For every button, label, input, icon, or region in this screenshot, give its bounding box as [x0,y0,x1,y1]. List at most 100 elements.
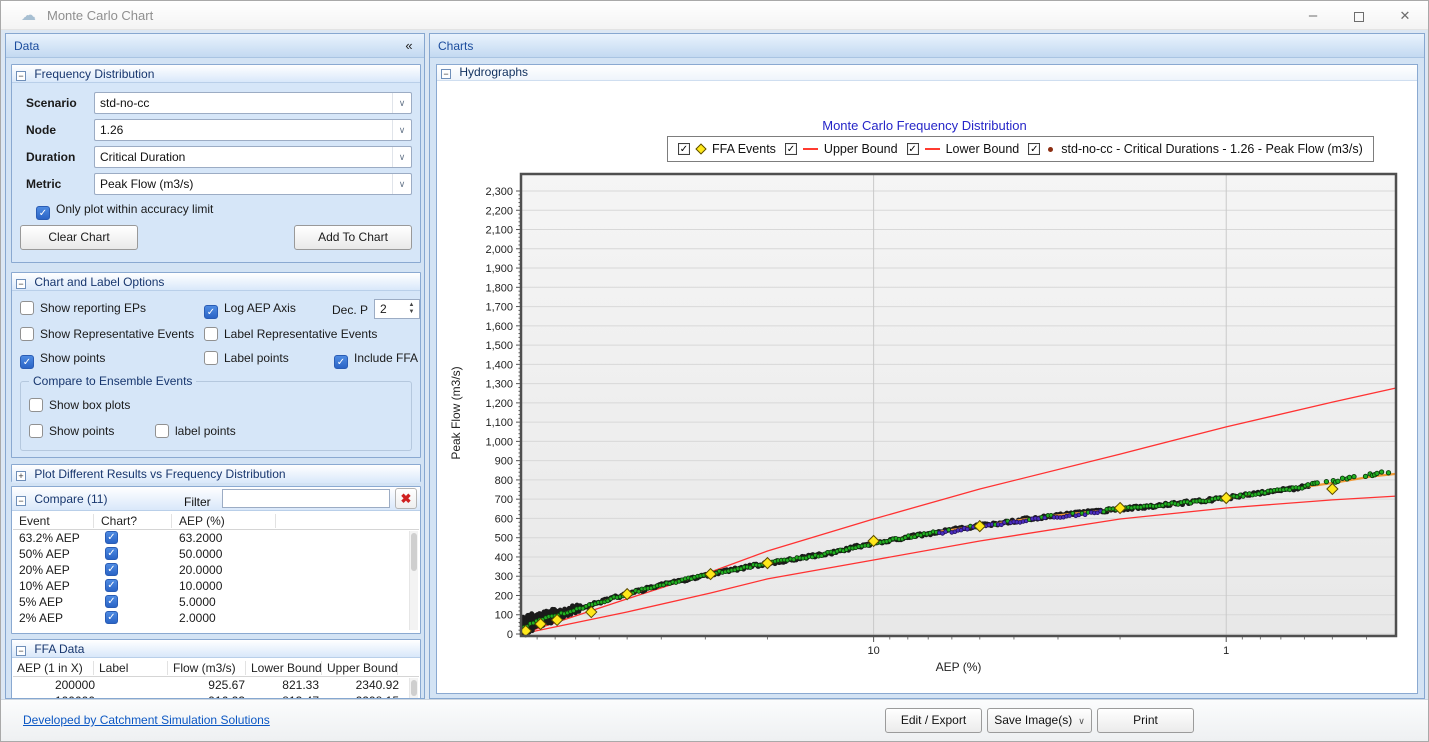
column-header-aep[interactable]: AEP (%) [179,514,225,528]
close-button[interactable] [1382,1,1428,30]
collapse-group-icon[interactable] [16,279,26,289]
column-separator [93,514,94,528]
chart-checkbox[interactable] [105,611,118,624]
collapse-group-icon[interactable] [16,71,26,81]
checkbox-icon[interactable] [29,424,43,438]
column-header[interactable]: Upper Bound [327,661,398,675]
event-cell: 5% AEP [19,595,63,609]
clear-filter-button[interactable] [395,488,417,509]
duration-value: Critical Duration [100,150,185,164]
developer-link[interactable]: Developed by Catchment Simulation Soluti… [23,713,270,727]
svg-text:1,800: 1,800 [485,282,513,294]
filter-input[interactable] [222,489,390,508]
column-separator [245,661,246,675]
ensemble-label-points-checkbox[interactable]: label points [155,424,236,438]
hydrographs-header[interactable]: Hydrographs [437,65,1417,81]
edit-export-button[interactable]: Edit / Export [885,708,982,733]
checkbox-icon[interactable] [334,355,348,369]
checkbox-icon[interactable] [36,206,50,220]
label-representative-events-checkbox[interactable]: Label Representative Events [204,327,377,341]
compare-scrollbar[interactable] [409,531,418,630]
column-header[interactable]: Label [99,661,128,675]
duration-select[interactable]: Critical Duration [94,146,412,168]
scenario-select[interactable]: std-no-cc [94,92,412,114]
checkbox-icon[interactable] [20,355,34,369]
chevron-down-icon[interactable] [392,147,411,167]
chart-checkbox[interactable] [105,595,118,608]
legend-checkbox[interactable] [678,143,690,155]
checkbox-icon[interactable] [29,398,43,412]
column-header-chart[interactable]: Chart? [101,514,137,528]
maximize-button[interactable] [1336,1,1382,30]
print-button[interactable]: Print [1097,708,1194,733]
chart-checkbox[interactable] [105,579,118,592]
metric-field-row: Metric Peak Flow (m3/s) [12,172,420,199]
collapse-group-icon[interactable] [16,496,26,506]
legend-label: std-no-cc - Critical Durations - 1.26 - … [1061,142,1362,156]
chart-checkbox[interactable] [105,563,118,576]
checkbox-icon[interactable] [204,351,218,365]
svg-text:1,400: 1,400 [485,359,513,371]
ensemble-show-points-checkbox[interactable]: Show points [29,424,114,438]
chart-area: Monte Carlo Frequency Distribution FFA E… [437,81,1417,693]
expand-group-icon[interactable] [16,471,26,481]
group-title: Chart and Label Options [34,275,164,289]
fd-buttons-row: Clear Chart Add To Chart [12,223,420,257]
svg-text:1,200: 1,200 [485,398,513,410]
ffa-row: 100000916.23813.472298.15 [13,693,419,698]
column-header-event[interactable]: Event [19,514,50,528]
chevron-down-icon[interactable] [392,174,411,194]
dec-p-spinner[interactable]: 2 ▲▼ [374,299,420,319]
accuracy-limit-checkbox[interactable]: Only plot within accuracy limit [36,202,213,220]
column-header[interactable]: AEP (1 in X) [17,661,83,675]
aep-cell: 10.0000 [179,579,222,593]
chart-checkbox[interactable] [105,547,118,560]
chart-legend: FFA EventsUpper BoundLower Boundstd-no-c… [667,136,1374,162]
plot-different-results-header[interactable]: Plot Different Results vs Frequency Dist… [12,465,420,483]
svg-text:2,300: 2,300 [485,186,513,198]
checkbox-icon[interactable] [155,424,169,438]
column-header[interactable]: Lower Bound [251,661,322,675]
add-to-chart-button[interactable]: Add To Chart [294,225,412,250]
checkbox-icon[interactable] [20,301,34,315]
node-label: Node [26,123,56,137]
node-select[interactable]: 1.26 [94,119,412,141]
column-header[interactable]: Flow (m3/s) [173,661,236,675]
log-aep-axis-checkbox[interactable]: Log AEP Axis [204,301,296,319]
legend-checkbox[interactable] [907,143,919,155]
group-title: Plot Different Results vs Frequency Dist… [34,467,285,481]
ffa-data-group: FFA Data AEP (1 in X) Label Flow (m3/s) … [11,639,421,698]
checkbox-icon[interactable] [204,327,218,341]
diamond-marker-icon [695,143,706,154]
chart-checkbox[interactable] [105,531,118,544]
scrollbar-thumb[interactable] [411,680,417,696]
metric-value: Peak Flow (m3/s) [100,177,193,191]
scrollbar-thumb[interactable] [411,533,417,571]
chart-label-options-header[interactable]: Chart and Label Options [12,273,420,291]
show-points-checkbox[interactable]: Show points [20,351,105,369]
save-images-button[interactable]: Save Image(s) [987,708,1092,733]
checkbox-icon[interactable] [20,327,34,341]
chevron-down-icon[interactable] [392,93,411,113]
ffa-cell: 2298.15 [307,694,399,698]
spinner-arrows-icon[interactable]: ▲▼ [405,300,418,318]
show-box-plots-checkbox[interactable]: Show box plots [29,398,130,412]
show-representative-events-checkbox[interactable]: Show Representative Events [20,327,194,341]
legend-checkbox[interactable] [1028,143,1040,155]
metric-select[interactable]: Peak Flow (m3/s) [94,173,412,195]
ffa-table-body: 200000925.67821.332340.92100000916.23813… [13,677,419,698]
label-points-checkbox[interactable]: Label points [204,351,289,365]
checkbox-icon[interactable] [204,305,218,319]
include-ffa-checkbox[interactable]: Include FFA [334,351,418,369]
collapse-group-icon[interactable] [441,69,451,79]
collapse-panel-button[interactable] [400,34,418,58]
clear-chart-button[interactable]: Clear Chart [20,225,138,250]
collapse-group-icon[interactable] [16,646,26,656]
minimize-button[interactable] [1290,1,1336,30]
node-value: 1.26 [100,123,123,137]
frequency-distribution-header[interactable]: Frequency Distribution [12,65,420,83]
show-reporting-eps-checkbox[interactable]: Show reporting EPs [20,301,146,315]
chevron-down-icon[interactable] [392,120,411,140]
legend-checkbox[interactable] [785,143,797,155]
ffa-scrollbar[interactable] [409,678,418,698]
